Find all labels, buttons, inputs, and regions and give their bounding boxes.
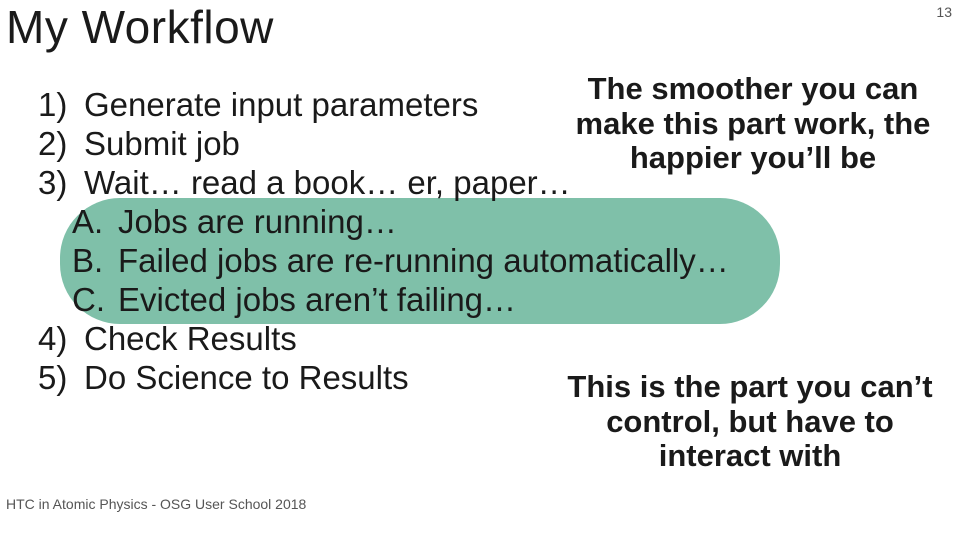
list-subitem: A. Jobs are running…	[72, 203, 940, 242]
page-number: 13	[936, 4, 952, 20]
list-number: 4)	[38, 320, 84, 359]
slide-title: My Workflow	[6, 0, 274, 54]
list-letter: A.	[72, 203, 118, 242]
list-text: Generate input parameters	[84, 86, 478, 125]
list-subitem: B. Failed jobs are re-running automatica…	[72, 242, 940, 281]
slide: My Workflow 13 The smoother you can make…	[0, 0, 960, 540]
list-subitem: C. Evicted jobs aren’t failing…	[72, 281, 940, 320]
list-item: 4) Check Results	[38, 320, 940, 359]
list-number: 3)	[38, 164, 84, 203]
list-text: Wait… read a book… er, paper…	[84, 164, 571, 203]
list-letter: C.	[72, 281, 118, 320]
list-text: Jobs are running…	[118, 203, 397, 242]
slide-footer: HTC in Atomic Physics - OSG User School …	[6, 496, 306, 512]
callout-top: The smoother you can make this part work…	[568, 72, 938, 176]
callout-bottom: This is the part you can’t control, but …	[560, 370, 940, 474]
list-text: Check Results	[84, 320, 297, 359]
list-number: 5)	[38, 359, 84, 398]
list-text: Evicted jobs aren’t failing…	[118, 281, 516, 320]
list-text: Failed jobs are re-running automatically…	[118, 242, 729, 281]
list-number: 1)	[38, 86, 84, 125]
list-letter: B.	[72, 242, 118, 281]
list-text: Do Science to Results	[84, 359, 409, 398]
list-text: Submit job	[84, 125, 240, 164]
list-number: 2)	[38, 125, 84, 164]
